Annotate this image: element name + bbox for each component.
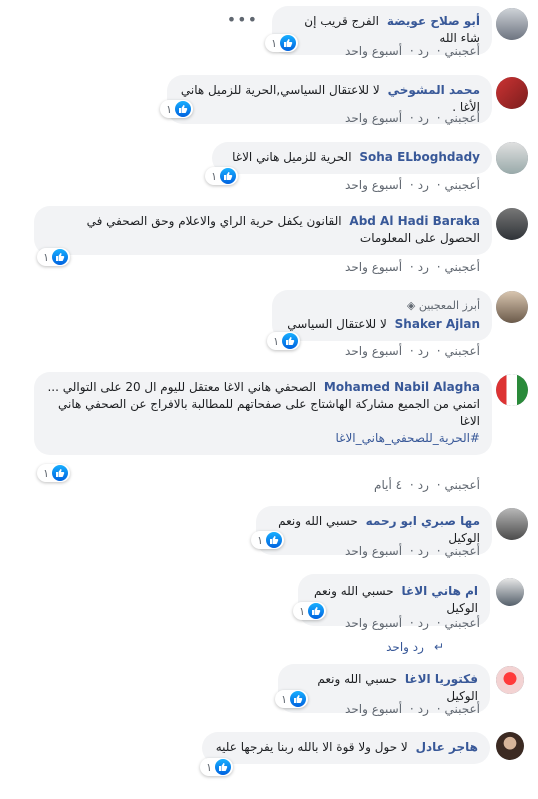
like-link[interactable]: أعجبني xyxy=(445,344,480,358)
comment-author[interactable]: فكتوريا الاغا xyxy=(405,672,478,686)
comment-time[interactable]: أسبوع واحد xyxy=(345,260,402,274)
comment-author[interactable]: هاجر عادل xyxy=(416,740,478,754)
avatar[interactable] xyxy=(496,208,528,240)
comment-actions: أعجبني· رد· أسبوع واحد xyxy=(345,544,480,558)
comment-actions: أعجبني· رد· أسبوع واحد xyxy=(345,702,480,716)
avatar[interactable] xyxy=(496,291,528,323)
like-reaction-icon xyxy=(175,101,191,117)
comment-actions: أعجبني· رد· أسبوع واحد xyxy=(345,344,480,358)
like-reaction-icon xyxy=(282,333,298,349)
view-replies-link[interactable]: ↵رد واحد xyxy=(386,640,444,654)
reply-link[interactable]: رد xyxy=(418,478,429,492)
like-reaction-icon xyxy=(290,691,306,707)
comment-actions: أعجبني· رد· ٤ أيام xyxy=(374,478,480,492)
comment-time[interactable]: ٤ أيام xyxy=(374,478,402,492)
comment-actions: أعجبني· رد· أسبوع واحد xyxy=(345,260,480,274)
reaction-count[interactable]: ١ xyxy=(160,100,193,118)
comment-time[interactable]: أسبوع واحد xyxy=(345,616,402,630)
comment-author[interactable]: Shaker Ajlan xyxy=(395,317,480,331)
avatar[interactable] xyxy=(496,77,528,109)
comment-author[interactable]: Mohamed Nabil Alagha xyxy=(324,380,480,394)
reaction-count[interactable]: ١ xyxy=(37,248,70,266)
avatar[interactable] xyxy=(496,732,524,760)
avatar[interactable] xyxy=(496,8,528,40)
comment-time[interactable]: أسبوع واحد xyxy=(345,111,402,125)
comment-text: لا للاعتقال السياسي xyxy=(287,317,387,331)
avatar[interactable] xyxy=(496,578,524,606)
reaction-count[interactable]: ١ xyxy=(265,34,298,52)
comment-time[interactable]: أسبوع واحد xyxy=(345,344,402,358)
comment-bubble: هاجر عادل لا حول ولا قوة الا بالله ربنا … xyxy=(202,732,490,764)
comment-author[interactable]: محمد المشوخي xyxy=(388,83,480,97)
like-reaction-icon xyxy=(220,168,236,184)
comment-actions: أعجبني· رد· أسبوع واحد xyxy=(345,111,480,125)
like-reaction-icon xyxy=(266,532,282,548)
like-reaction-icon xyxy=(308,603,324,619)
comment-text: الحرية للزميل هاني الاغا xyxy=(232,150,352,164)
like-link[interactable]: أعجبني xyxy=(445,111,480,125)
reply-link[interactable]: رد xyxy=(418,178,429,192)
hashtag-link[interactable]: #الحرية_للصحفي_هاني_الاغا xyxy=(46,430,480,447)
like-reaction-icon xyxy=(52,249,68,265)
comment-bubble: Abd Al Hadi Baraka القانون يكفل حرية الر… xyxy=(34,206,492,255)
comment-author[interactable]: أبو صلاح عويضة xyxy=(387,14,480,28)
reply-link[interactable]: رد xyxy=(418,111,429,125)
avatar[interactable] xyxy=(496,142,528,174)
comment-bubble: Mohamed Nabil Alagha الصحفي هاني الاغا م… xyxy=(34,372,492,455)
comment-time[interactable]: أسبوع واحد xyxy=(345,702,402,716)
like-link[interactable]: أعجبني xyxy=(445,702,480,716)
top-fan-badge: أبرز المعجبين xyxy=(418,299,480,312)
reply-arrow-icon: ↵ xyxy=(433,640,444,654)
comment-bubble: أبرز المعجبين ◈ Shaker Ajlan لا للاعتقال… xyxy=(272,290,492,341)
comment-text: الصحفي هاني الاغا معتقل لليوم ال 20 على … xyxy=(47,380,317,394)
avatar[interactable] xyxy=(496,374,528,406)
reply-link[interactable]: رد xyxy=(418,260,429,274)
comment-text: لا حول ولا قوة الا بالله ربنا يفرجها علي… xyxy=(215,740,408,754)
comment-author[interactable]: مها صبري ابو رحمه xyxy=(366,514,480,528)
reaction-count[interactable]: ١ xyxy=(251,531,284,549)
comment-actions: أعجبني· رد· أسبوع واحد xyxy=(345,616,480,630)
reaction-count[interactable]: ١ xyxy=(293,602,326,620)
reply-link[interactable]: رد xyxy=(418,616,429,630)
diamond-icon: ◈ xyxy=(406,299,416,312)
avatar[interactable] xyxy=(496,508,528,540)
comment-text-continued: اتمني من الجميع مشاركة الهاشتاج على صفحا… xyxy=(58,397,480,428)
like-reaction-icon xyxy=(52,465,68,481)
reply-link[interactable]: رد xyxy=(418,344,429,358)
comment-bubble: Soha ELboghdady الحرية للزميل هاني الاغا xyxy=(212,142,492,174)
like-reaction-icon xyxy=(280,35,296,51)
reaction-count[interactable]: ١ xyxy=(275,690,308,708)
comment-time[interactable]: أسبوع واحد xyxy=(345,544,402,558)
reaction-count[interactable]: ١ xyxy=(37,464,70,482)
reply-link[interactable]: رد xyxy=(418,544,429,558)
reply-link[interactable]: رد xyxy=(418,44,429,58)
comment-time[interactable]: أسبوع واحد xyxy=(345,178,402,192)
like-link[interactable]: أعجبني xyxy=(445,616,480,630)
like-link[interactable]: أعجبني xyxy=(445,178,480,192)
like-link[interactable]: أعجبني xyxy=(445,544,480,558)
like-link[interactable]: أعجبني xyxy=(445,478,480,492)
reaction-count[interactable]: ١ xyxy=(267,332,300,350)
comment-author[interactable]: Abd Al Hadi Baraka xyxy=(349,214,480,228)
like-reaction-icon xyxy=(215,759,231,775)
comment-actions: أعجبني· رد· أسبوع واحد xyxy=(345,44,480,58)
avatar[interactable] xyxy=(496,666,524,694)
reaction-count[interactable]: ١ xyxy=(205,167,238,185)
reaction-count[interactable]: ١ xyxy=(200,758,233,776)
like-link[interactable]: أعجبني xyxy=(445,260,480,274)
comment-time[interactable]: أسبوع واحد xyxy=(345,44,402,58)
like-link[interactable]: أعجبني xyxy=(445,44,480,58)
comment-author[interactable]: Soha ELboghdady xyxy=(359,150,480,164)
more-dots-icon[interactable]: ••• xyxy=(227,10,258,29)
comment-author[interactable]: ام هاني الاغا xyxy=(402,584,479,598)
reply-link[interactable]: رد xyxy=(418,702,429,716)
comment-actions: أعجبني· رد· أسبوع واحد xyxy=(345,178,480,192)
